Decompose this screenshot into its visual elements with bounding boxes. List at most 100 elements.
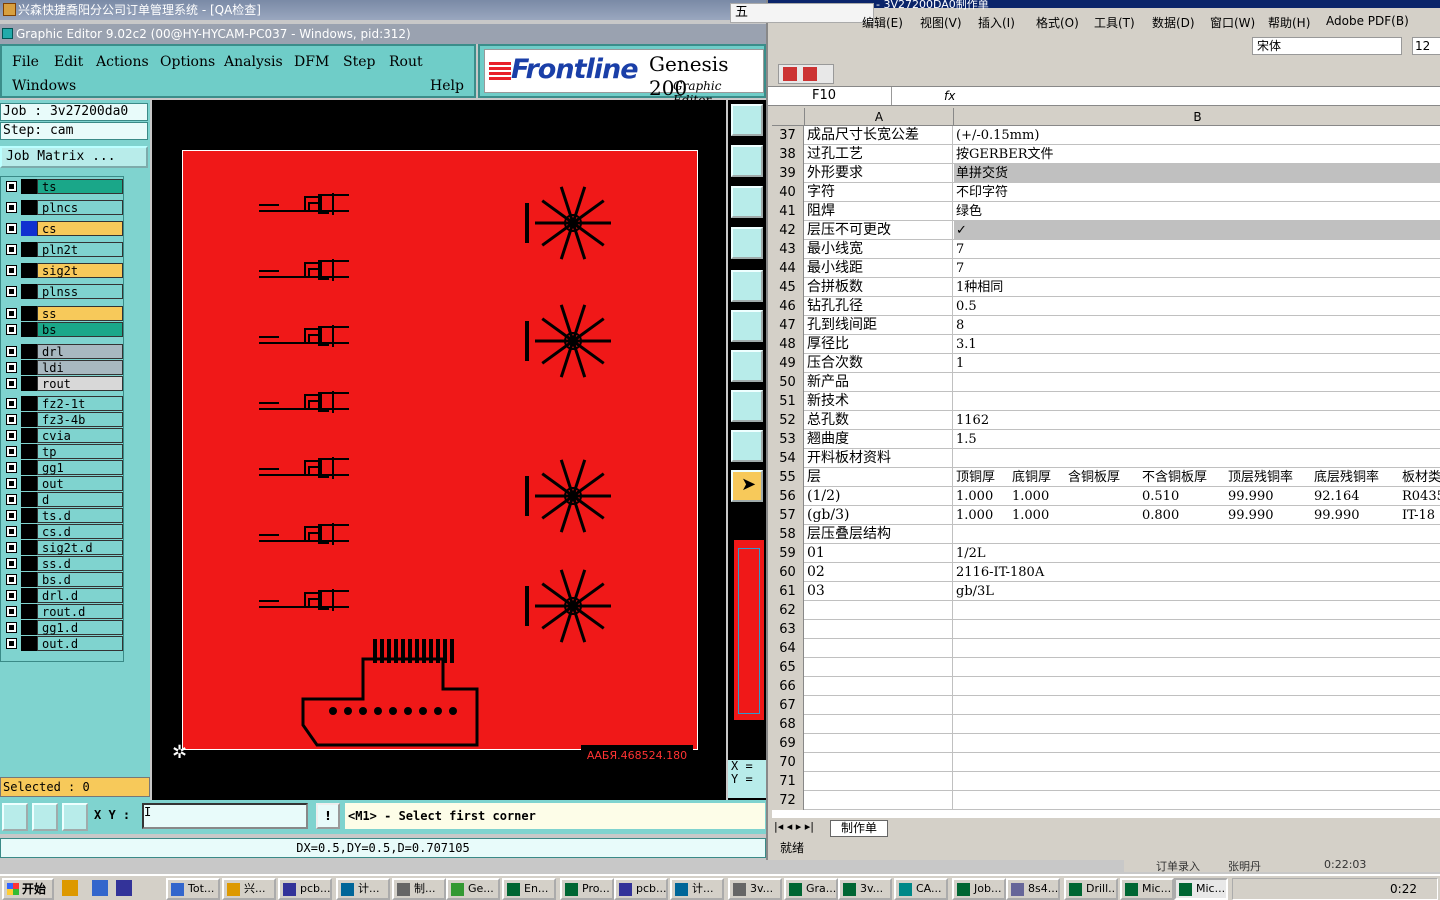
row-number[interactable]: 46: [772, 297, 804, 316]
layer-name[interactable]: ss: [37, 306, 123, 321]
layer-row-tp[interactable]: tp: [4, 444, 123, 459]
layer-name[interactable]: rout.d: [37, 604, 123, 619]
cell-a[interactable]: 成品尺寸长宽公差: [805, 126, 953, 145]
layer-row-ts[interactable]: ts: [4, 179, 123, 194]
layer-checkbox[interactable]: [6, 346, 17, 357]
zoom-fit-icon[interactable]: [731, 186, 763, 218]
row-number[interactable]: 42: [772, 221, 804, 240]
row-number[interactable]: 60: [772, 563, 804, 582]
cell-a[interactable]: [805, 772, 953, 791]
tab-nav-icon[interactable]: |◂ ◂ ▸ ▸|: [774, 820, 814, 833]
layer-checkbox[interactable]: [6, 181, 17, 192]
cell-a[interactable]: 层压叠层结构: [805, 525, 953, 544]
layer-name[interactable]: ss.d: [37, 556, 123, 571]
corner-cell[interactable]: [772, 108, 805, 126]
row-number[interactable]: 63: [772, 620, 804, 639]
menu-file[interactable]: File: [12, 54, 39, 70]
font-size-select[interactable]: 12: [1412, 37, 1440, 55]
cell-b[interactable]: 1种相同: [954, 278, 1440, 297]
taskbar-button[interactable]: Job...: [952, 878, 1006, 900]
taskbar-button[interactable]: Mic...: [1174, 878, 1228, 900]
row-number[interactable]: 69: [772, 734, 804, 753]
layer-row-ss[interactable]: ss: [4, 306, 123, 321]
cell-b[interactable]: [954, 677, 1440, 696]
layer-checkbox[interactable]: [6, 398, 17, 409]
row-number[interactable]: 51: [772, 392, 804, 411]
layer-checkbox[interactable]: [6, 202, 17, 213]
row-number[interactable]: 43: [772, 240, 804, 259]
taskbar-button[interactable]: Mic...: [1120, 878, 1174, 900]
layer-row-plnss[interactable]: plnss: [4, 284, 123, 299]
cell-b[interactable]: ✓: [954, 221, 1440, 240]
layer-name[interactable]: cs.d: [37, 524, 123, 539]
xy-input[interactable]: I: [142, 803, 308, 829]
layer-checkbox[interactable]: [6, 590, 17, 601]
cell-a[interactable]: [805, 715, 953, 734]
cell-b[interactable]: [954, 658, 1440, 677]
row-number[interactable]: 62: [772, 601, 804, 620]
layer-name[interactable]: cs: [37, 221, 123, 236]
row-number[interactable]: 72: [772, 791, 804, 810]
cell-a[interactable]: (1/2): [805, 487, 953, 506]
cell-a[interactable]: 最小线宽: [805, 240, 953, 259]
layer-name[interactable]: fz3-4b: [37, 412, 123, 427]
taskbar-button[interactable]: 3v...: [728, 878, 782, 900]
row-number[interactable]: 65: [772, 658, 804, 677]
cell-a[interactable]: 01: [805, 544, 953, 563]
layer-row-fz2-1t[interactable]: fz2-1t: [4, 396, 123, 411]
layer-name[interactable]: plnss: [37, 284, 123, 299]
menu-actions[interactable]: Actions: [96, 54, 149, 70]
layer-name[interactable]: out: [37, 476, 123, 491]
cell-b[interactable]: [954, 753, 1440, 772]
font-name-select[interactable]: 宋体: [1252, 37, 1402, 55]
taskbar-button[interactable]: Drill...: [1064, 878, 1118, 900]
row-number[interactable]: 38: [772, 145, 804, 164]
row-number[interactable]: 61: [772, 582, 804, 601]
taskbar-button[interactable]: 3v...: [838, 878, 892, 900]
cell-a[interactable]: 03: [805, 582, 953, 601]
layer-checkbox[interactable]: [6, 606, 17, 617]
snap-mode-icon[interactable]: [2, 803, 28, 831]
layer-row-pln2t[interactable]: pln2t: [4, 242, 123, 257]
menu-analysis[interactable]: Analysis: [224, 54, 283, 70]
cell-a[interactable]: 层压不可更改: [805, 221, 953, 240]
quick-launch-icon[interactable]: [62, 880, 78, 896]
menu-edit[interactable]: Edit: [54, 54, 83, 70]
layer-name[interactable]: drl.d: [37, 588, 123, 603]
pad-icon[interactable]: [731, 390, 763, 422]
menu-data-cn[interactable]: 数据(D): [1152, 14, 1195, 31]
row-number[interactable]: 70: [772, 753, 804, 772]
row-number[interactable]: 68: [772, 715, 804, 734]
row-number[interactable]: 41: [772, 202, 804, 221]
layer-name[interactable]: cvia: [37, 428, 123, 443]
row-number[interactable]: 52: [772, 411, 804, 430]
row-number[interactable]: 64: [772, 639, 804, 658]
cell-a[interactable]: [805, 734, 953, 753]
graphic-canvas[interactable]: ААБЯ.468524.180 ✲: [152, 100, 726, 800]
cell-a[interactable]: 开料板材资料: [805, 449, 953, 468]
quick-launch-icon[interactable]: [92, 880, 108, 896]
layer-row-cs-d[interactable]: cs.d: [4, 524, 123, 539]
menu-edit-cn[interactable]: 编辑(E): [862, 14, 903, 31]
layer-name[interactable]: pln2t: [37, 242, 123, 257]
mini-map[interactable]: [734, 540, 764, 720]
layer-name[interactable]: bs.d: [37, 572, 123, 587]
cell-b[interactable]: 1: [954, 354, 1440, 373]
layer-name[interactable]: sig2t.d: [37, 540, 123, 555]
measure-icon[interactable]: [731, 227, 763, 259]
cell-a[interactable]: 过孔工艺: [805, 145, 953, 164]
layer-row-sig2t[interactable]: sig2t: [4, 263, 123, 278]
menu-help[interactable]: Help: [430, 78, 464, 94]
cell-a[interactable]: 新产品: [805, 373, 953, 392]
layer-row-drl[interactable]: drl: [4, 344, 123, 359]
cell-a[interactable]: 最小线距: [805, 259, 953, 278]
row-number[interactable]: 53: [772, 430, 804, 449]
layer-checkbox[interactable]: [6, 494, 17, 505]
cell-b[interactable]: [954, 620, 1440, 639]
row-number[interactable]: 50: [772, 373, 804, 392]
layer-checkbox[interactable]: [6, 446, 17, 457]
menu-rout[interactable]: Rout: [389, 54, 423, 70]
layer-checkbox[interactable]: [6, 378, 17, 389]
menu-format-cn[interactable]: 格式(O): [1036, 14, 1079, 31]
cell-b[interactable]: 单拼交货: [954, 164, 1440, 183]
